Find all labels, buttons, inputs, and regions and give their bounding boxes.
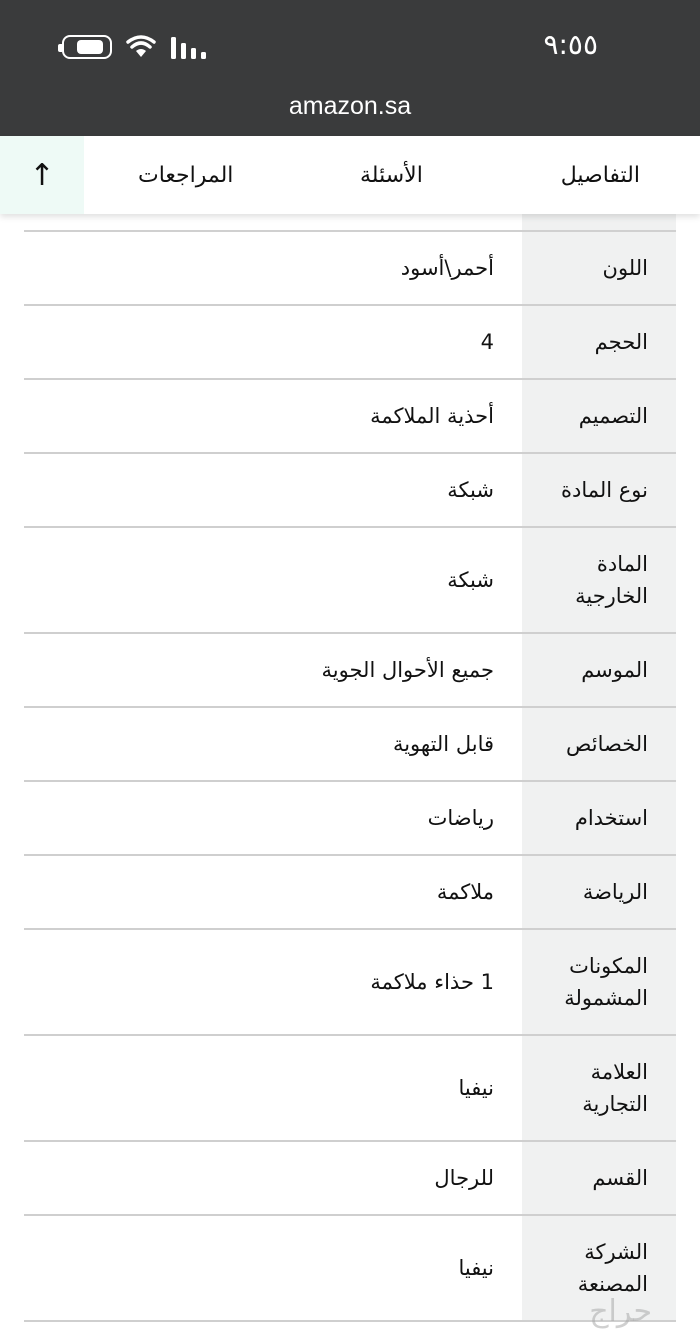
table-row: الخصائص قابل التهوية xyxy=(24,708,676,782)
detail-key: الخصائص xyxy=(522,708,676,780)
section-tabs: ↑ المراجعات الأسئلة التفاصيل xyxy=(0,136,700,214)
detail-key: التصميم xyxy=(522,380,676,452)
status-time: ٩:٥٥ xyxy=(543,28,598,61)
detail-value: نيفيا xyxy=(458,1256,494,1280)
table-row: الشركة المصنعة نيفيا xyxy=(24,1216,676,1322)
detail-key: المادة الخارجية xyxy=(522,528,676,632)
detail-value: 4 xyxy=(480,330,494,354)
detail-value: رياضات xyxy=(427,806,494,830)
haraj-watermark: حراج xyxy=(589,1294,652,1329)
detail-key: المكونات المشمولة xyxy=(522,930,676,1034)
detail-value: للرجال xyxy=(434,1166,494,1190)
signal-icon xyxy=(170,35,208,59)
table-row: المكونات المشمولة 1 حذاء ملاكمة xyxy=(24,930,676,1036)
detail-key: الرياضة xyxy=(522,856,676,928)
detail-key: نوع المادة xyxy=(522,454,676,526)
detail-key: القسم xyxy=(522,1142,676,1214)
detail-key: العلامة التجارية xyxy=(522,1036,676,1140)
status-icons xyxy=(58,30,208,64)
table-row: الموسم جميع الأحوال الجوية xyxy=(24,634,676,708)
table-top-strip xyxy=(24,214,676,230)
table-row: القسم للرجال xyxy=(24,1142,676,1216)
detail-value: 1 حذاء ملاكمة xyxy=(370,970,494,994)
table-row: الرياضة ملاكمة xyxy=(24,856,676,930)
detail-value: جميع الأحوال الجوية xyxy=(321,658,494,682)
table-row: التصميم أحذية الملاكمة xyxy=(24,380,676,454)
detail-value: قابل التهوية xyxy=(392,732,494,756)
table-row: استخدام رياضات xyxy=(24,782,676,856)
detail-key: الموسم xyxy=(522,634,676,706)
detail-value: شبكة xyxy=(447,568,494,592)
detail-value: أحمر\أسود xyxy=(400,256,494,280)
detail-value: ملاكمة xyxy=(436,880,494,904)
battery-icon xyxy=(58,35,112,59)
table-row: اللون أحمر\أسود xyxy=(24,232,676,306)
tab-reviews[interactable]: المراجعات xyxy=(138,136,233,214)
table-row: المادة الخارجية شبكة xyxy=(24,528,676,634)
detail-value: نيفيا xyxy=(458,1076,494,1100)
tab-questions[interactable]: الأسئلة xyxy=(360,136,423,214)
detail-key: الحجم xyxy=(522,306,676,378)
arrow-up-icon: ↑ xyxy=(29,157,55,193)
table-row: العلامة التجارية نيفيا xyxy=(24,1036,676,1142)
browser-url[interactable]: amazon.sa xyxy=(0,92,700,121)
detail-value: أحذية الملاكمة xyxy=(370,404,494,428)
product-details-table: اللون أحمر\أسود الحجم 4 التصميم أحذية ال… xyxy=(24,230,676,1322)
detail-key: استخدام xyxy=(522,782,676,854)
scroll-up-button[interactable]: ↑ xyxy=(0,136,84,214)
tab-details[interactable]: التفاصيل xyxy=(561,136,640,214)
browser-top-bar: ٩:٥٥ amazon.sa xyxy=(0,0,700,136)
detail-key: اللون xyxy=(522,232,676,304)
wifi-icon xyxy=(126,35,156,59)
detail-value: شبكة xyxy=(447,478,494,502)
table-row: الحجم 4 xyxy=(24,306,676,380)
table-row: نوع المادة شبكة xyxy=(24,454,676,528)
